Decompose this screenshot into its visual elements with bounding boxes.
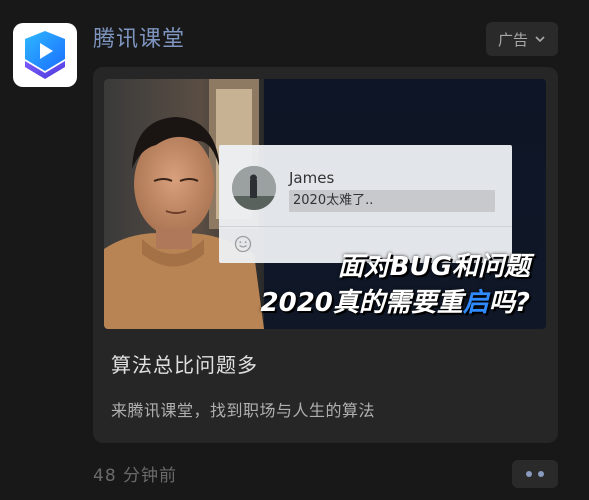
headline-highlight-char: 启 bbox=[462, 288, 489, 318]
ad-banner-image[interactable]: James 2020太难了.. 面对BUG和问题 2020真的需要重启吗? bbox=[104, 79, 546, 329]
headline-line2-end: 吗? bbox=[488, 288, 530, 318]
banner-headline-line2: 2020真的需要重启吗? bbox=[261, 282, 530, 319]
card-description[interactable]: 来腾讯课堂，找到职场与人生的算法 bbox=[111, 397, 375, 421]
ad-card[interactable]: James 2020太难了.. 面对BUG和问题 2020真的需要重启吗? 算法… bbox=[93, 67, 558, 443]
feed-post: 腾讯课堂 广告 James 2020太难了.. 面对BUG和问题 2020真的需… bbox=[0, 0, 589, 500]
ad-badge-button[interactable]: 广告 bbox=[486, 22, 558, 56]
post-timestamp: 48 分钟前 bbox=[93, 466, 178, 486]
ad-label: 广告 bbox=[497, 30, 528, 49]
account-name[interactable]: 腾讯课堂 bbox=[93, 24, 185, 56]
banner-headline-line1: 面对BUG和问题 bbox=[337, 252, 530, 282]
avatar bbox=[232, 166, 276, 210]
card-title[interactable]: 算法总比问题多 bbox=[111, 349, 258, 378]
chat-username: James bbox=[289, 169, 335, 187]
more-dot-icon bbox=[526, 471, 532, 477]
more-options-button[interactable] bbox=[512, 460, 558, 488]
tencent-classroom-logo-icon[interactable] bbox=[13, 23, 77, 87]
headline-line2-text: 2020真的需要重 bbox=[260, 288, 463, 318]
more-dot-icon bbox=[538, 471, 544, 477]
emoji-icon bbox=[234, 235, 252, 253]
chevron-down-icon bbox=[535, 36, 545, 43]
divider bbox=[219, 226, 512, 227]
chat-input-field: 2020太难了.. bbox=[289, 190, 495, 212]
